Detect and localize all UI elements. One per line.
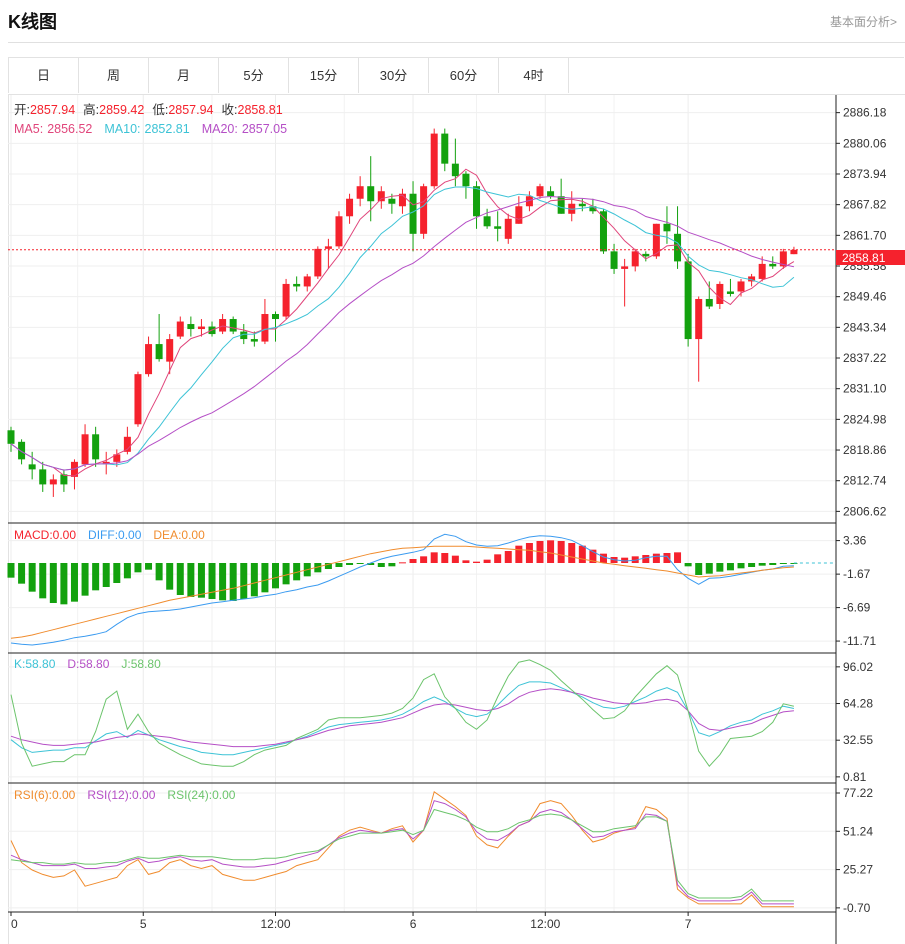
- fundamental-analysis-link[interactable]: 基本面分析>: [830, 13, 897, 30]
- tab-week[interactable]: 周: [79, 58, 149, 93]
- tab-30min[interactable]: 30分: [359, 58, 429, 93]
- tab-15min[interactable]: 15分: [289, 58, 359, 93]
- header-divider: [8, 42, 905, 43]
- tab-5min[interactable]: 5分: [219, 58, 289, 93]
- page-title: K线图: [8, 12, 57, 32]
- tab-month[interactable]: 月: [149, 58, 219, 93]
- tab-day[interactable]: 日: [9, 58, 79, 93]
- tab-60min[interactable]: 60分: [429, 58, 499, 93]
- tab-4h[interactable]: 4时: [499, 58, 569, 93]
- period-tabs: 日 周 月 5分 15分 30分 60分 4时: [8, 57, 904, 93]
- chart-container[interactable]: [8, 94, 905, 944]
